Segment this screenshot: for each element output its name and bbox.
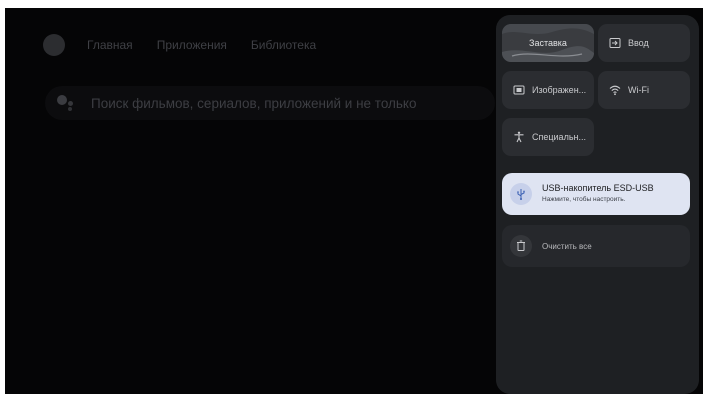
tv-screen: Главная Приложения Библиотека Поиск филь… — [5, 8, 703, 394]
assistant-icon — [57, 92, 79, 114]
nav-library[interactable]: Библиотека — [251, 38, 316, 52]
tile-picture[interactable]: Изображен... — [502, 71, 594, 109]
quick-settings-panel: Заставка Ввод Изображен... Wi-Fi Специал — [496, 15, 699, 394]
notification-title: USB-накопитель ESD-USB — [542, 183, 654, 193]
tile-screensaver[interactable]: Заставка — [502, 24, 594, 62]
tile-input[interactable]: Ввод — [598, 24, 690, 62]
tile-label: Wi-Fi — [628, 85, 649, 95]
accessibility-icon — [512, 130, 526, 144]
clear-all-button[interactable]: Очистить все — [502, 225, 690, 267]
clear-all-label: Очистить все — [542, 241, 592, 251]
search-placeholder: Поиск фильмов, сериалов, приложений и не… — [91, 95, 417, 111]
picture-icon — [512, 83, 526, 97]
wifi-icon — [608, 83, 622, 97]
notification-text: USB-накопитель ESD-USB Нажмите, чтобы на… — [542, 183, 654, 205]
trash-icon — [510, 235, 532, 257]
tile-accessibility[interactable]: Специальн... — [502, 118, 594, 156]
avatar[interactable] — [43, 34, 65, 56]
tile-label: Изображен... — [532, 85, 587, 95]
search-bar[interactable]: Поиск фильмов, сериалов, приложений и не… — [45, 86, 495, 120]
usb-icon — [510, 183, 532, 205]
tile-wifi[interactable]: Wi-Fi — [598, 71, 690, 109]
nav-home[interactable]: Главная — [87, 38, 133, 52]
usb-notification[interactable]: USB-накопитель ESD-USB Нажмите, чтобы на… — [502, 173, 690, 215]
top-nav: Главная Приложения Библиотека — [87, 38, 316, 52]
input-icon — [608, 36, 622, 50]
tile-label: Ввод — [628, 38, 649, 48]
nav-apps[interactable]: Приложения — [157, 38, 227, 52]
tile-label: Заставка — [529, 38, 567, 48]
tile-label: Специальн... — [532, 132, 586, 142]
notification-subtitle: Нажмите, чтобы настроить. — [542, 196, 626, 203]
